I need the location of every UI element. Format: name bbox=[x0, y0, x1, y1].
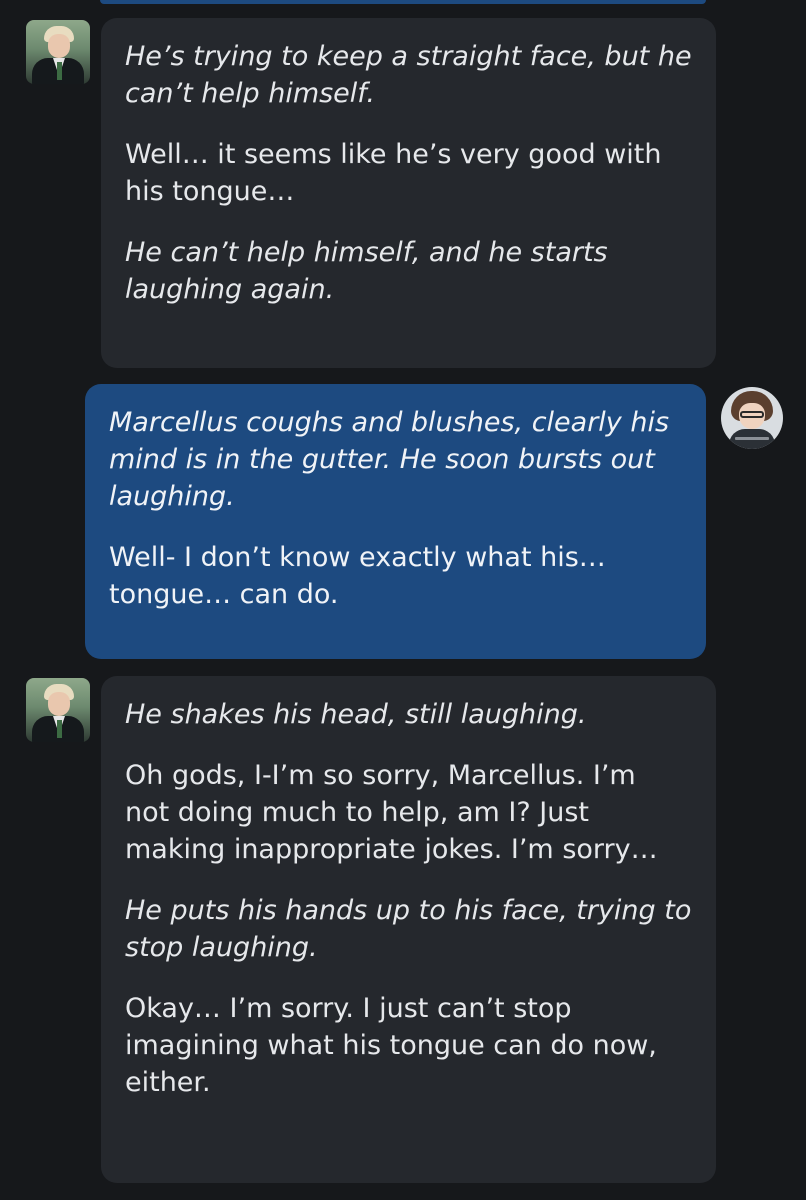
message-action-text: Marcellus coughs and blushes, clearly hi… bbox=[109, 407, 670, 512]
message-action-text: He shakes his head, still laughing. bbox=[125, 699, 587, 730]
message-action-text: He can’t help himself, and he starts lau… bbox=[125, 237, 608, 305]
user-avatar-icon[interactable] bbox=[721, 387, 783, 449]
message-speech-text: Well- I don’t know exactly what his… ton… bbox=[109, 542, 606, 610]
bot-message-bubble: He’s trying to keep a straight face, but… bbox=[101, 18, 716, 368]
message-action-text: He puts his hands up to his face, trying… bbox=[125, 895, 692, 963]
character-portrait-icon[interactable] bbox=[26, 20, 90, 84]
message-speech-text: Well… it seems like he’s very good with … bbox=[125, 139, 662, 207]
message-action-text: He’s trying to keep a straight face, but… bbox=[125, 41, 692, 109]
message-speech-text: Okay… I’m sorry. I just can’t stop imagi… bbox=[125, 993, 657, 1098]
previous-message-edge bbox=[100, 0, 706, 4]
user-message-bubble: Marcellus coughs and blushes, clearly hi… bbox=[85, 384, 706, 659]
bot-message-bubble: He shakes his head, still laughing. Oh g… bbox=[101, 676, 716, 1183]
character-portrait-icon[interactable] bbox=[26, 678, 90, 742]
message-speech-text: Oh gods, I-I’m so sorry, Marcellus. I’m … bbox=[125, 760, 658, 865]
